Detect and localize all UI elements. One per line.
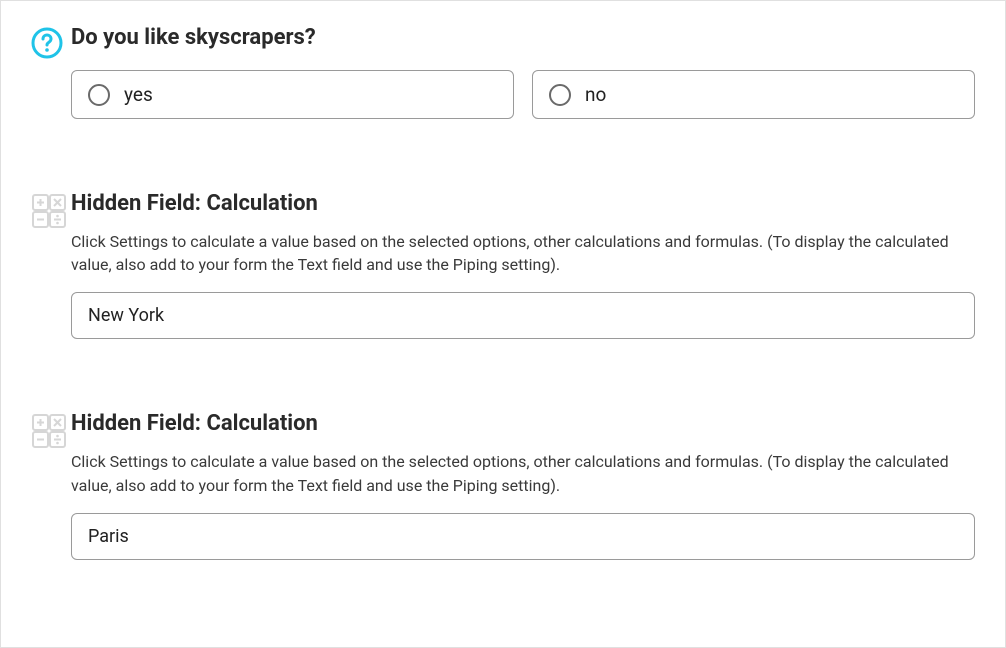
radio-icon [549, 84, 571, 106]
hidden-field-2: Hidden Field: Calculation Click Settings… [31, 411, 975, 559]
option-yes[interactable]: yes [71, 70, 514, 119]
hidden-field-description: Click Settings to calculate a value base… [71, 230, 975, 276]
calculation-icon [31, 411, 71, 453]
hidden-field-title: Hidden Field: Calculation [71, 191, 975, 216]
calculation-icon [31, 191, 71, 233]
options-row: yes no [71, 70, 975, 119]
question-field: Do you like skyscrapers? yes no [31, 25, 975, 119]
hidden-field-title: Hidden Field: Calculation [71, 411, 975, 436]
hidden-field-content: Hidden Field: Calculation Click Settings… [71, 191, 975, 339]
question-icon [31, 25, 71, 63]
option-label: no [585, 83, 606, 106]
hidden-field-1: Hidden Field: Calculation Click Settings… [31, 191, 975, 339]
question-content: Do you like skyscrapers? yes no [71, 25, 975, 119]
option-label: yes [124, 83, 153, 106]
hidden-field-value[interactable]: Paris [71, 513, 975, 560]
option-no[interactable]: no [532, 70, 975, 119]
hidden-field-value[interactable]: New York [71, 292, 975, 339]
hidden-field-description: Click Settings to calculate a value base… [71, 450, 975, 496]
question-title: Do you like skyscrapers? [71, 25, 975, 50]
radio-icon [88, 84, 110, 106]
hidden-field-content: Hidden Field: Calculation Click Settings… [71, 411, 975, 559]
